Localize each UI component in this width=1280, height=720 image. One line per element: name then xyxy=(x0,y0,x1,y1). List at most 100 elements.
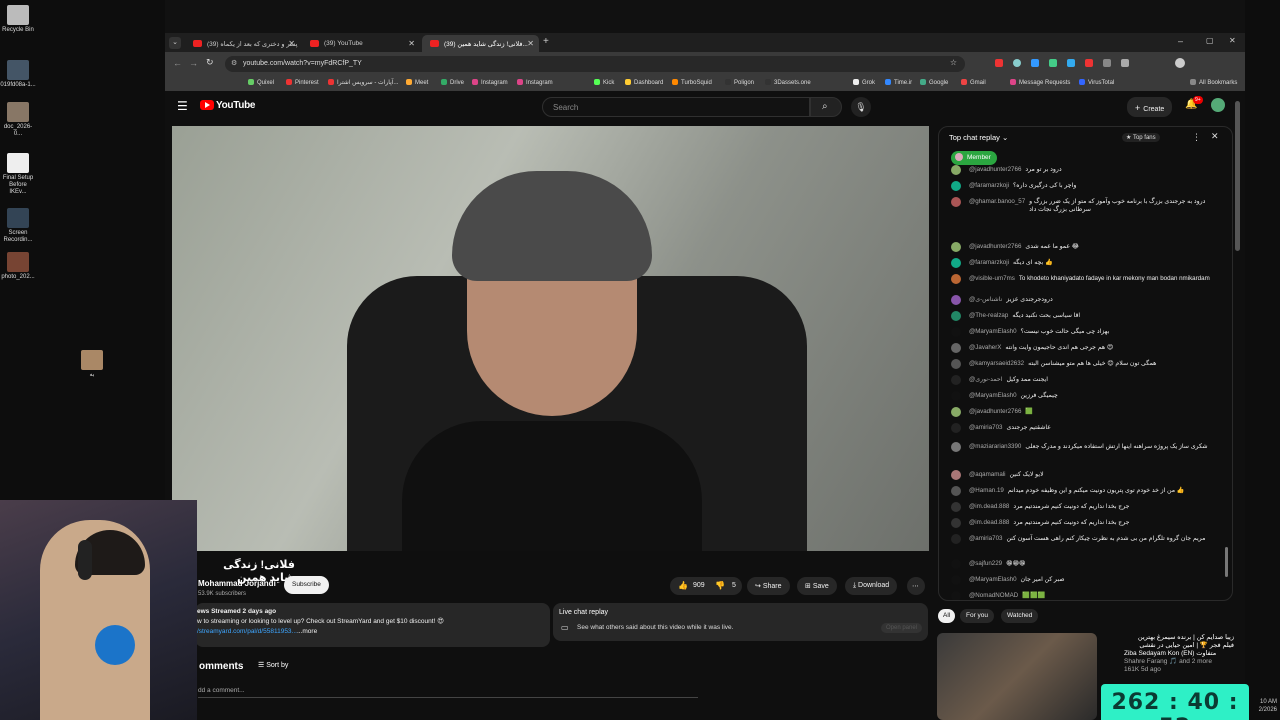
recommended-video-info[interactable]: زیبا صدایم کن | برنده سیمرغ بهترین فیلم … xyxy=(1124,634,1234,674)
photo-file-icon[interactable]: به xyxy=(74,350,110,379)
extension-icon[interactable] xyxy=(1103,59,1111,67)
chat-author[interactable]: @sajfun229 xyxy=(969,560,1002,568)
extension-icon[interactable] xyxy=(1049,59,1057,67)
download-button[interactable]: ⤓ Download xyxy=(845,577,898,595)
save-button[interactable]: ⊞ Save xyxy=(797,577,837,595)
bookmark-item[interactable]: Pinterest xyxy=(286,79,319,86)
new-tab-button[interactable]: + xyxy=(543,36,549,47)
sort-by-button[interactable]: ☰ Sort by xyxy=(258,661,288,669)
bookmark-item[interactable]: Instagram xyxy=(472,79,508,86)
chat-author[interactable]: @javadhunter2766 xyxy=(969,166,1021,174)
chat-author-avatar[interactable] xyxy=(951,274,961,284)
thumbs-down-icon[interactable]: 👎 xyxy=(715,581,725,590)
extension-icon[interactable] xyxy=(995,59,1003,67)
chat-author-avatar[interactable] xyxy=(951,391,961,401)
system-clock[interactable]: 10 AM 2/2026 xyxy=(1247,698,1277,714)
chat-author[interactable]: @im.dead.888 xyxy=(969,503,1009,511)
chat-author[interactable]: @MaryamElash0 xyxy=(969,328,1017,336)
chat-author[interactable]: @Haman.19 xyxy=(969,487,1004,495)
chat-author-avatar[interactable] xyxy=(951,518,961,528)
youtube-logo-text[interactable]: YouTube xyxy=(216,100,256,111)
open-panel-button[interactable]: Open panel xyxy=(881,623,923,633)
tab-1[interactable]: (39) پسر و دختری که بعد از یکماه ✕ xyxy=(185,35,300,52)
minimize-button[interactable]: – xyxy=(1178,36,1183,46)
chat-author[interactable]: @The-realzap xyxy=(969,312,1008,320)
bookmark-item[interactable]: TurboSquid xyxy=(672,79,712,86)
chat-author[interactable]: @im.dead.888 xyxy=(969,519,1009,527)
bookmark-item[interactable]: 3Dassets.one xyxy=(765,79,811,86)
chat-author[interactable]: @kamyarsaeid2632 xyxy=(969,360,1024,368)
more-actions-button[interactable]: ⋯ xyxy=(907,577,925,595)
chat-scrollbar[interactable] xyxy=(1225,547,1228,577)
chat-author-avatar[interactable] xyxy=(951,407,961,417)
chat-author-avatar[interactable] xyxy=(951,486,961,496)
video-file-icon[interactable]: Screen Recordin... xyxy=(0,208,36,244)
chat-author[interactable]: @visible-um7ms xyxy=(969,275,1015,283)
bookmark-item[interactable]: Poligon xyxy=(725,79,754,86)
channel-name[interactable]: Mohammad Jorjandi xyxy=(198,579,276,588)
back-icon[interactable]: ← xyxy=(173,58,182,68)
close-icon[interactable]: ✕ xyxy=(288,39,295,48)
close-icon[interactable]: ✕ xyxy=(1211,131,1219,142)
close-icon[interactable]: ✕ xyxy=(408,39,415,48)
page-scrollbar[interactable] xyxy=(1235,101,1240,251)
bookmark-item[interactable]: Drive xyxy=(441,79,464,86)
chat-author-avatar[interactable] xyxy=(951,502,961,512)
chat-author[interactable]: @aqamamali xyxy=(969,471,1006,479)
dislike-count[interactable]: 5 xyxy=(732,582,736,589)
microphone-icon[interactable]: 🎙 xyxy=(851,97,871,117)
extension-icon[interactable] xyxy=(1067,59,1075,67)
chat-author[interactable]: @maziararian3390 xyxy=(969,443,1021,451)
chat-author[interactable]: @javadhunter2766 xyxy=(969,243,1021,251)
menu-icon[interactable]: ☰ xyxy=(177,99,188,113)
youtube-logo-icon[interactable] xyxy=(200,100,214,110)
chat-author-avatar[interactable] xyxy=(951,470,961,480)
reload-icon[interactable]: ↻ xyxy=(206,57,214,68)
create-button[interactable]: + Create xyxy=(1127,97,1173,117)
chat-author-avatar[interactable] xyxy=(951,242,961,252)
bookmark-item[interactable]: Gmail xyxy=(961,79,986,86)
chat-author[interactable]: @ghamar.banoo_57 xyxy=(969,198,1025,206)
chat-author-avatar[interactable] xyxy=(951,534,961,544)
chat-author-avatar[interactable] xyxy=(951,559,961,569)
url-bar[interactable]: ⚙ youtube.com/watch?v=myFdRCfP_TY ☆ xyxy=(225,56,965,72)
subscribe-button[interactable]: Subscribe xyxy=(284,576,329,594)
recommended-video-thumbnail[interactable] xyxy=(937,633,1097,720)
site-info-icon[interactable]: ⚙ xyxy=(231,59,237,67)
description-link[interactable]: /streamyard.com/pal/d/55811953... xyxy=(197,628,297,635)
profile-avatar[interactable] xyxy=(1175,58,1185,68)
bookmark-item[interactable]: VirusTotal xyxy=(1079,79,1114,86)
chat-author-avatar[interactable] xyxy=(951,295,961,305)
chat-author-avatar[interactable] xyxy=(951,359,961,369)
chat-author-avatar[interactable] xyxy=(951,181,961,191)
image-file-icon[interactable]: 019fd08a-1... xyxy=(0,60,36,89)
like-count[interactable]: 909 xyxy=(693,582,705,589)
search-button[interactable]: ⌕ xyxy=(810,97,842,117)
chat-author-avatar[interactable] xyxy=(951,375,961,385)
chat-author[interactable]: @احمد-نوری xyxy=(969,376,1002,384)
bookmark-item[interactable]: Instagram xyxy=(517,79,553,86)
chat-author[interactable]: @NomadNOMAD xyxy=(969,592,1018,600)
chat-author-avatar[interactable] xyxy=(951,343,961,353)
bookmark-star-icon[interactable]: ☆ xyxy=(950,58,957,67)
chat-author[interactable]: @MaryamElash0 xyxy=(969,576,1017,584)
add-comment-input[interactable]: dd a comment... xyxy=(198,687,698,698)
description-box[interactable]: ews Streamed 2 days ago w to streaming o… xyxy=(195,603,550,647)
thumbs-up-icon[interactable]: 👍 xyxy=(678,581,688,590)
filter-chip-all[interactable]: All xyxy=(938,609,956,623)
chat-author[interactable]: @faramarzkoji xyxy=(969,182,1009,190)
image-file-icon[interactable]: doc_2026-0... xyxy=(0,102,36,138)
tab-search-icon[interactable]: ⌄ xyxy=(169,37,181,49)
close-window-button[interactable]: ✕ xyxy=(1229,36,1236,45)
recycle-bin-icon[interactable]: Recycle Bin xyxy=(0,5,36,34)
chat-author-avatar[interactable] xyxy=(951,197,961,207)
document-file-icon[interactable]: Final Setup Before IKEv... xyxy=(0,153,36,196)
puzzle-icon[interactable] xyxy=(1121,59,1129,67)
photo-file-icon[interactable]: photo_202... xyxy=(0,252,36,281)
chat-author-avatar[interactable] xyxy=(951,258,961,268)
chat-author-avatar[interactable] xyxy=(951,327,961,337)
chat-author[interactable]: @MaryamElash0 xyxy=(969,392,1017,400)
close-icon[interactable]: ✕ xyxy=(527,39,534,48)
maximize-button[interactable]: ▢ xyxy=(1206,36,1214,45)
chat-author[interactable]: @faramarzkoji xyxy=(969,259,1009,267)
